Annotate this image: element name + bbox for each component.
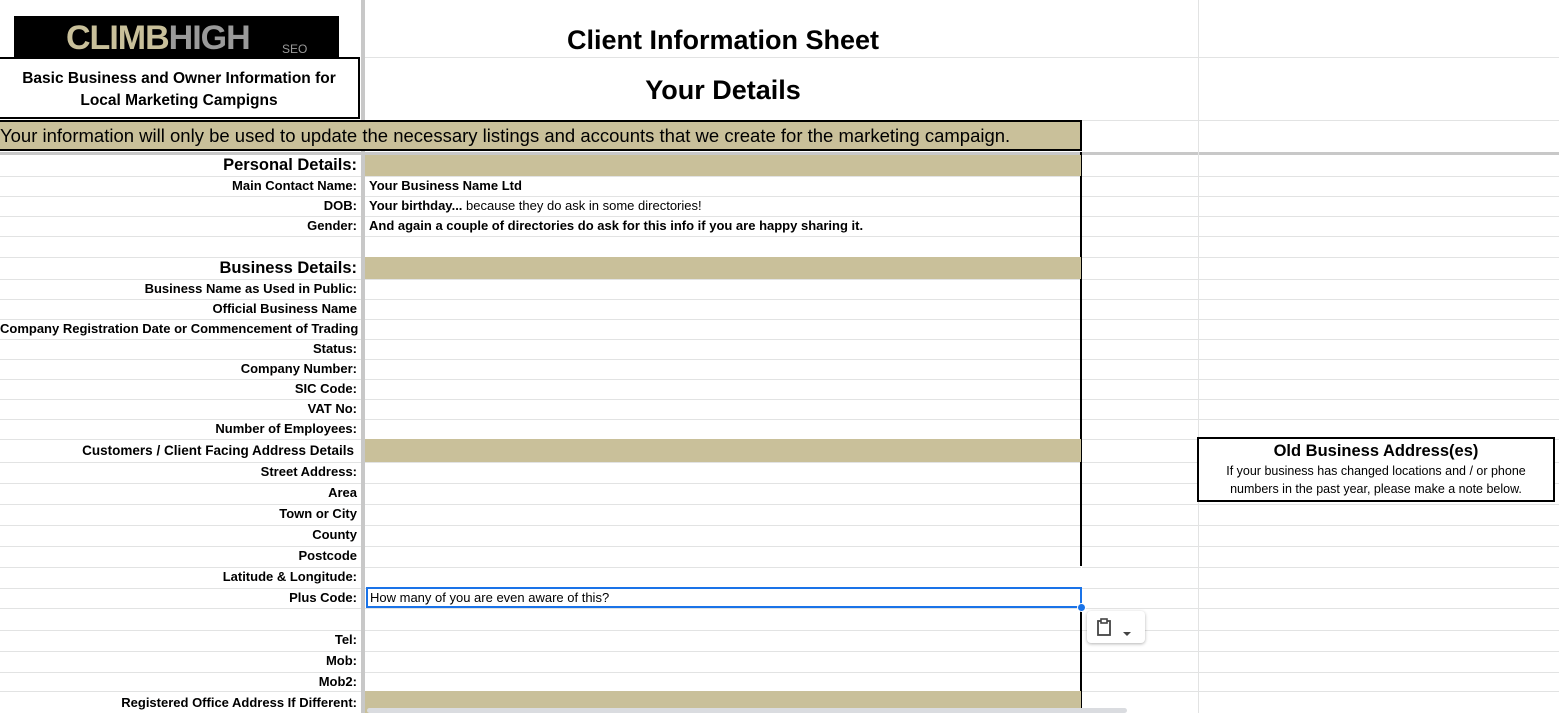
- sheet-title: Client Information Sheet: [566, 25, 880, 55]
- plus-code-label: Plus Code:: [289, 590, 357, 605]
- address-section-band: [365, 439, 1081, 462]
- area-label: Area: [328, 485, 357, 500]
- gridline: [365, 279, 1081, 280]
- gridline: [1082, 588, 1559, 589]
- horizontal-scrollbar[interactable]: [367, 708, 1127, 713]
- vat-no-label: VAT No:: [307, 401, 357, 416]
- gridline: [365, 339, 1081, 340]
- gridline: [365, 299, 1081, 300]
- registered-office-label: Registered Office Address If Different:: [121, 695, 357, 710]
- personal-details-heading: Personal Details:: [223, 156, 357, 174]
- tel-label: Tel:: [334, 632, 357, 647]
- gender-label: Gender:: [307, 218, 357, 233]
- gridline: [365, 379, 1081, 380]
- address-heading: Customers / Client Facing Address Detail…: [82, 443, 354, 458]
- privacy-banner: Your information will only be used to up…: [0, 120, 1082, 151]
- gridline: [365, 399, 1081, 400]
- gridline: [1082, 176, 1559, 177]
- gridline: [365, 630, 1081, 631]
- registration-date-label: Company Registration Date or Commencemen…: [0, 321, 359, 336]
- fill-handle[interactable]: [1077, 603, 1086, 612]
- employees-label: Number of Employees:: [215, 421, 357, 436]
- gridline: [1082, 236, 1559, 237]
- gridline: [1082, 691, 1559, 692]
- gridline: [365, 672, 1081, 673]
- gridline: [365, 236, 1081, 237]
- gridline: [1082, 359, 1559, 360]
- sic-code-label: SIC Code:: [294, 381, 357, 396]
- gridline: [1082, 608, 1559, 609]
- official-business-name-label: Official Business Name: [212, 301, 358, 316]
- gridline: [1082, 546, 1559, 547]
- gridline: [365, 419, 1081, 420]
- paste-options-button[interactable]: [1087, 611, 1145, 643]
- gridline: [1082, 196, 1559, 197]
- county-label: County: [312, 527, 357, 542]
- gridline: [0, 439, 361, 440]
- business-public-name-label: Business Name as Used in Public:: [144, 281, 357, 296]
- intro-line-2: Local Marketing Campigns: [80, 92, 278, 109]
- gridline: [1082, 567, 1559, 568]
- gridline: [365, 525, 1081, 526]
- mob2-label: Mob2:: [318, 674, 357, 689]
- gridline: [365, 462, 1081, 463]
- gridline: [1082, 319, 1559, 320]
- gridline: [1082, 399, 1559, 400]
- gridline: [365, 651, 1081, 652]
- gridline: [1082, 630, 1559, 631]
- gridline: [365, 567, 1081, 568]
- old-address-line-2: numbers in the past year, please make a …: [1230, 482, 1522, 496]
- main-contact-label: Main Contact Name:: [232, 178, 357, 193]
- gridline: [1082, 525, 1559, 526]
- gridline: [1082, 419, 1559, 420]
- personal-section-band: [365, 155, 1081, 176]
- main-contact-value[interactable]: Your Business Name Ltd: [369, 176, 522, 196]
- gridline: [1082, 672, 1559, 673]
- postcode-label: Postcode: [298, 548, 357, 563]
- lat-long-label: Latitude & Longitude:: [222, 569, 357, 584]
- mob-label: Mob:: [325, 653, 357, 668]
- plus-code-cell[interactable]: How many of you are even aware of this?: [366, 587, 1082, 608]
- old-address-box: Old Business Address(es) If your busines…: [1197, 437, 1555, 502]
- gridline: [1082, 299, 1559, 300]
- business-section-band: [365, 257, 1081, 279]
- gridline: [1082, 651, 1559, 652]
- gridline: [365, 483, 1081, 484]
- gridline: [0, 608, 361, 609]
- sheet-subtitle: Your Details: [645, 75, 801, 105]
- chevron-down-icon: [1122, 624, 1132, 636]
- old-address-title: Old Business Address(es): [1273, 442, 1479, 460]
- gridline: [365, 546, 1081, 547]
- gridline: [365, 359, 1081, 360]
- gender-value[interactable]: And again a couple of directories do ask…: [369, 216, 863, 236]
- gridline: [1082, 339, 1559, 340]
- gridline: [1082, 216, 1559, 217]
- street-address-label: Street Address:: [260, 464, 357, 479]
- gridline: [1082, 379, 1559, 380]
- dob-value[interactable]: Your birthday... because they do ask in …: [369, 196, 702, 216]
- clipboard-icon: [1096, 618, 1112, 636]
- intro-line-1: Basic Business and Owner Information for: [22, 70, 336, 87]
- plus-code-value: How many of you are even aware of this?: [370, 590, 610, 605]
- town-label: Town or City: [279, 506, 357, 521]
- company-number-label: Company Number:: [240, 361, 357, 376]
- old-address-line-1: If your business has changed locations a…: [1226, 464, 1526, 478]
- gridline: [1082, 504, 1559, 505]
- status-label: Status:: [312, 341, 357, 356]
- gridline: [365, 608, 1081, 609]
- gridline: [1082, 279, 1559, 280]
- company-logo: CLIMBHIGH SEO: [14, 16, 339, 59]
- gridline: [0, 236, 361, 237]
- gridline: [1082, 257, 1559, 258]
- gridline: [365, 319, 1081, 320]
- intro-box: Basic Business and Owner Information for…: [0, 57, 360, 119]
- gridline: [365, 504, 1081, 505]
- business-details-heading: Business Details:: [219, 259, 357, 277]
- dob-label: DOB:: [323, 198, 357, 213]
